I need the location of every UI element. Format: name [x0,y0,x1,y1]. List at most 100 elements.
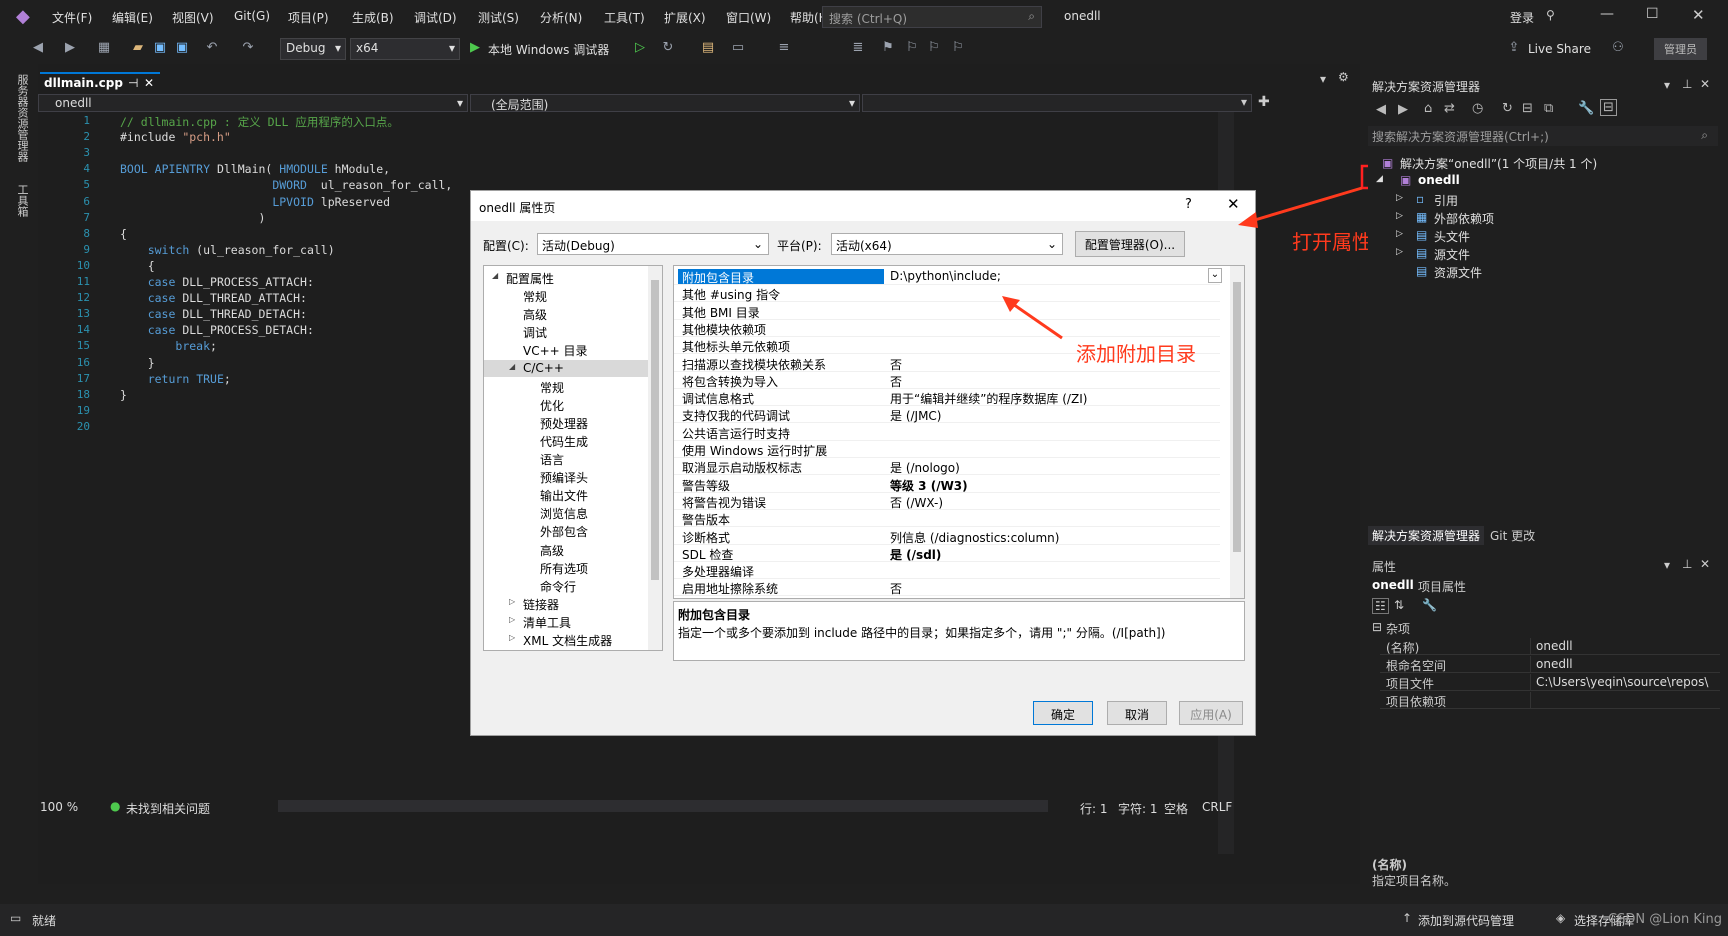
home-icon[interactable]: ⌂ [1424,101,1432,116]
expand-icon[interactable]: ▷ [1396,211,1403,221]
apply-button[interactable]: 应用(A) [1179,701,1243,725]
forward-icon[interactable]: ▶ [62,40,78,56]
menu-item[interactable]: 窗口(W) [726,9,771,26]
pending-changes-icon[interactable]: ◷ [1472,101,1483,116]
window-layout-icon[interactable]: ▭ [730,40,746,56]
property-row[interactable]: 警告版本 [674,510,1220,528]
close-icon[interactable]: ✕ [1700,77,1710,91]
tree-item[interactable]: 高级 [523,306,547,323]
solexp-search[interactable]: 搜索解决方案资源管理器(Ctrl+;) ⌕ [1368,126,1718,146]
menu-item[interactable]: 扩展(X) [664,9,706,26]
prop-grid-row[interactable]: 根命名空间 onedll [1380,656,1720,673]
menu-item[interactable]: 分析(N) [540,9,582,26]
horizontal-scrollbar[interactable] [278,800,1048,812]
property-row[interactable]: 将包含转换为导入 否 [674,372,1220,389]
config-manager-button[interactable]: 配置管理器(O)... [1075,231,1185,257]
alphabetical-icon[interactable]: ⇅ [1394,598,1404,612]
property-row[interactable]: 取消显示启动版权标志 是 (/nologo) [674,458,1220,476]
feedback-icon[interactable]: ⚲ [1546,8,1555,22]
zoom-combo[interactable]: 100 % [38,798,92,816]
editor-tab[interactable]: dllmain.cpp ⊣ ✕ [40,72,160,92]
grid-scroll-thumb[interactable] [1233,282,1241,552]
align-icon[interactable]: ≡ [776,40,792,56]
expand-icon[interactable]: ◢ [1376,174,1383,184]
config-combo[interactable]: Debug ▾ [280,38,346,60]
property-row[interactable]: 使用 Windows 运行时扩展 [674,441,1220,458]
tree-item[interactable]: 清单工具 [523,614,571,631]
overflow-icon[interactable]: ▾ [1320,72,1326,86]
property-row[interactable]: 诊断格式 列信息 (/diagnostics:column) [674,528,1220,545]
back-icon[interactable]: ◀ [1376,102,1386,117]
refresh-icon[interactable]: ↻ [1502,101,1513,116]
tree-item[interactable]: 配置属性 [506,270,554,287]
account-icon[interactable]: ⚇ [1610,40,1626,56]
tree-item[interactable]: 常规 [523,288,547,305]
platform-combo[interactable]: x64 ▾ [350,38,460,60]
menu-item[interactable]: 工具(T) [604,9,645,26]
tab-git-changes[interactable]: Git 更改 [1486,526,1539,545]
nav-scope-combo[interactable]: (全局范围) ▾ [470,94,860,112]
collapse-icon[interactable]: ⊟ [1372,620,1382,634]
notification-icon[interactable]: ▭ [10,911,21,925]
dialog-close-button[interactable]: ✕ [1227,195,1240,213]
property-row[interactable]: 支持仅我的代码调试 是 (/JMC) [674,406,1220,424]
minimize-button[interactable]: — [1600,6,1614,22]
tree-item[interactable]: 预编译头 [540,469,588,486]
show-all-files-icon[interactable]: ⧉ [1544,101,1553,116]
property-row[interactable]: 其他 #using 指令 [674,285,1220,303]
bookmark-icon[interactable]: ⚑ [880,40,896,56]
collapse-all-icon[interactable]: ⊟ [1522,101,1533,116]
solution-node[interactable]: 解决方案“onedll”(1 个项目/共 1 个) [1400,155,1597,172]
property-row[interactable]: 公共语言运行时支持 [674,424,1220,441]
issues-status[interactable]: 未找到相关问题 [126,800,210,817]
menu-item[interactable]: 编辑(E) [112,9,153,26]
menu-item[interactable]: 文件(F) [52,9,92,26]
property-row[interactable]: 其他 BMI 目录 [674,303,1220,320]
menu-item[interactable]: 调试(D) [414,9,457,26]
tree-item[interactable]: VC++ 目录 [523,342,588,359]
save-all-icon[interactable]: ▣ [174,40,190,56]
bookmark-clear-icon[interactable]: ⚐ [950,40,966,56]
prop-grid-row[interactable]: 项目依赖项 [1380,692,1720,709]
tree-item[interactable]: 外部包含 [540,523,588,540]
tree-item[interactable]: 所有选项 [540,560,588,577]
platform-select[interactable]: 活动(x64) ⌄ [831,233,1063,255]
solution-tree-item[interactable]: 外部依赖项 [1434,210,1494,227]
project-node[interactable]: onedll [1418,173,1460,187]
whitespace-indicator[interactable]: 空格 [1164,800,1188,817]
nav-project-combo[interactable]: onedll ▾ [38,94,468,112]
tree-item[interactable]: 语言 [540,451,564,468]
tree-expander-icon[interactable]: ▷ [509,597,515,606]
bookmark-prev-icon[interactable]: ⚐ [904,40,920,56]
expand-icon[interactable]: ▷ [1396,229,1403,239]
property-row[interactable]: 将警告视为错误 否 (/WX-) [674,493,1220,510]
property-row[interactable]: 调试信息格式 用于“编辑并继续”的程序数据库 (/ZI) [674,389,1220,407]
close-tab-icon[interactable]: ✕ [144,76,154,90]
menu-item[interactable]: Git(G) [234,9,270,23]
tree-item[interactable]: 常规 [540,379,564,396]
property-row[interactable]: 附加包含目录 D:\python\include; ⌄ [674,268,1222,285]
close-button[interactable]: ✕ [1692,6,1705,24]
close-icon[interactable]: ✕ [1700,557,1710,571]
tree-scrollbar[interactable] [648,266,662,650]
folder-icon[interactable]: ▤ [700,40,716,56]
line-ending-indicator[interactable]: CRLF [1202,800,1232,814]
search-input[interactable]: 搜索 (Ctrl+Q) ⌕ [822,6,1042,28]
property-row[interactable]: 启用地址擦除系统 否 [674,579,1220,597]
categorized-icon[interactable]: ☷ [1372,598,1389,614]
tree-item[interactable]: 预处理器 [540,415,588,432]
prop-grid-row[interactable]: 项目文件 C:\Users\yeqin\source\repos\ [1380,674,1720,691]
config-select[interactable]: 活动(Debug) ⌄ [537,233,769,255]
switch-view-icon[interactable]: ⇄ [1444,101,1455,116]
tree-item[interactable]: 代码生成 [540,433,588,450]
split-icon[interactable]: ✚ [1258,94,1270,110]
solution-tree-item[interactable]: 源文件 [1434,246,1470,263]
property-row[interactable]: SDL 检查 是 (/sdl) [674,545,1220,562]
help-button[interactable]: ? [1185,197,1192,212]
redo-icon[interactable]: ↷ [240,40,256,56]
property-row[interactable]: 其他模块依赖项 [674,320,1220,337]
forward-icon[interactable]: ▶ [1398,102,1408,117]
tree-expander-icon[interactable]: ▷ [509,633,515,642]
hot-reload-icon[interactable]: ↻ [660,40,676,56]
property-value[interactable]: D:\python\include; [890,269,1001,283]
